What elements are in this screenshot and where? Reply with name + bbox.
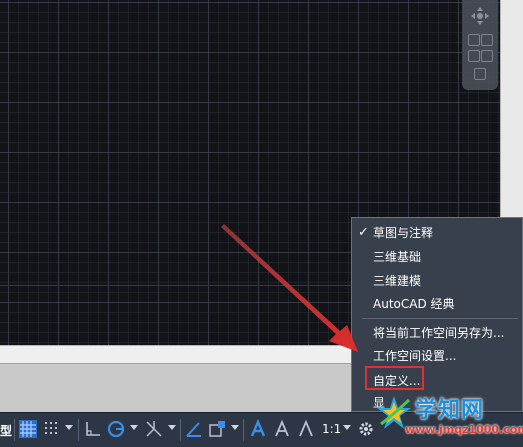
steering-wheel-icon[interactable] <box>468 50 480 62</box>
customize-highlight-box <box>365 366 424 390</box>
checkmark-icon: ✓ <box>358 225 369 240</box>
navigation-bar[interactable] <box>462 0 498 90</box>
annotation-scale-icon[interactable] <box>296 419 316 439</box>
separator <box>243 419 244 441</box>
polar-dropdown-icon[interactable] <box>130 425 138 430</box>
separator <box>180 419 181 441</box>
showmotion-icon[interactable] <box>481 50 493 62</box>
model-space-label[interactable]: 型 <box>0 422 12 439</box>
snap-mode-icon[interactable] <box>42 419 62 439</box>
pan-icon[interactable] <box>470 6 490 26</box>
nav-menu-icon[interactable] <box>474 68 486 80</box>
watermark: 学知网 www.jmqz1000.com <box>375 392 523 446</box>
annotation-scale-value[interactable]: 1:1 <box>322 422 341 436</box>
menu-separator <box>362 318 518 319</box>
menu-item-3d-basics[interactable]: 三维基础 <box>373 249 421 265</box>
ortho-mode-icon[interactable] <box>83 419 103 439</box>
separator <box>14 419 15 441</box>
separator <box>78 419 79 441</box>
menu-item-3d-modeling[interactable]: 三维建模 <box>373 273 421 289</box>
scale-dropdown-icon[interactable] <box>343 425 351 430</box>
object-snap-icon[interactable] <box>207 419 227 439</box>
menu-item-save-workspace-as[interactable]: 将当前工作空间另存为... <box>373 325 504 341</box>
object-snap-dropdown-icon[interactable] <box>231 425 239 430</box>
isometric-dropdown-icon[interactable] <box>168 425 176 430</box>
menu-item-workspace-settings[interactable]: 工作空间设置... <box>373 348 456 364</box>
snap-dropdown-icon[interactable] <box>65 425 73 430</box>
isometric-drafting-icon[interactable] <box>144 419 164 439</box>
annotation-visibility-icon[interactable] <box>248 419 268 439</box>
polar-tracking-icon[interactable] <box>106 419 126 439</box>
auto-scale-icon[interactable] <box>272 419 292 439</box>
menu-item-sketch-annotation[interactable]: 草图与注释 <box>373 225 433 241</box>
watermark-url: www.jmqz1000.com <box>405 423 523 436</box>
grid-display-icon[interactable] <box>18 419 38 439</box>
zoom-icon[interactable] <box>468 34 480 46</box>
watermark-title: 学知网 <box>415 398 485 423</box>
workspace-switching-gear-icon[interactable] <box>356 419 376 439</box>
orbit-icon[interactable] <box>481 34 493 46</box>
object-snap-tracking-icon[interactable] <box>184 419 204 439</box>
menu-item-autocad-classic[interactable]: AutoCAD 经典 <box>373 296 455 312</box>
